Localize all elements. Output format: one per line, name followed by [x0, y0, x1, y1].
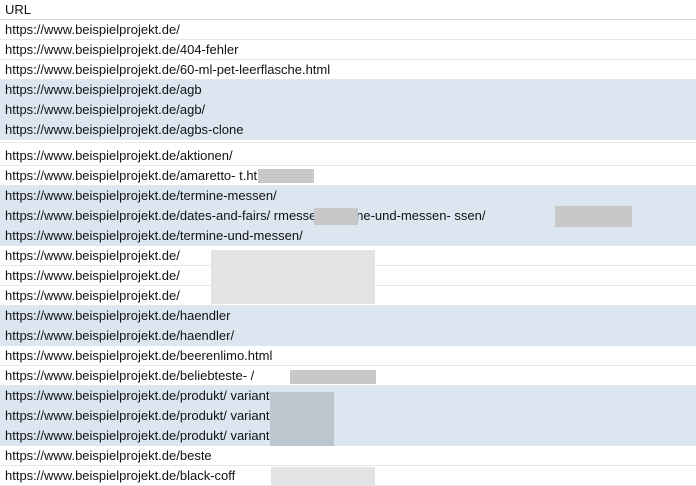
url-cell[interactable]: https://www.beispielprojekt.de/aktionen/ — [0, 146, 696, 166]
row-divider — [0, 142, 696, 143]
url-cell[interactable]: https://www.beispielprojekt.de/termine-m… — [0, 186, 696, 206]
column-header-url[interactable]: URL — [0, 0, 696, 20]
url-cell[interactable]: https://www.beispielprojekt.de/beerenlim… — [0, 346, 696, 366]
redaction-box — [314, 208, 358, 225]
url-cell[interactable]: https://www.beispielprojekt.de/ — [0, 20, 696, 40]
url-cell[interactable]: https://www.beispielprojekt.de/termine-u… — [0, 226, 696, 246]
redaction-box — [270, 392, 334, 446]
redaction-box — [290, 370, 376, 384]
url-cell[interactable]: https://www.beispielprojekt.de/produkt/ … — [0, 386, 696, 406]
redaction-box — [258, 169, 314, 183]
url-cell[interactable]: https://www.beispielprojekt.de/beste — [0, 446, 696, 466]
url-cell[interactable]: https://www.beispielprojekt.de/produkt/ … — [0, 426, 696, 446]
url-cell[interactable]: https://www.beispielprojekt.de/agbs-clon… — [0, 120, 696, 140]
url-cell[interactable]: https://www.beispielprojekt.de/404-fehle… — [0, 40, 696, 60]
redaction-box — [271, 467, 375, 486]
url-cell[interactable]: https://www.beispielprojekt.de/produkt/ … — [0, 406, 696, 426]
url-cell[interactable]: https://www.beispielprojekt.de/haendler/ — [0, 326, 696, 346]
redaction-box — [211, 250, 375, 304]
url-cell[interactable]: https://www.beispielprojekt.de/haendler — [0, 306, 696, 326]
url-cell[interactable]: https://www.beispielprojekt.de/60-ml-pet… — [0, 60, 696, 80]
url-cell[interactable]: https://www.beispielprojekt.de/agb/ — [0, 100, 696, 120]
url-cell[interactable]: https://www.beispielprojekt.de/agb — [0, 80, 696, 100]
url-cell[interactable]: https://www.beispielprojekt.de/amaretto-… — [0, 166, 696, 186]
redaction-box — [555, 206, 632, 227]
